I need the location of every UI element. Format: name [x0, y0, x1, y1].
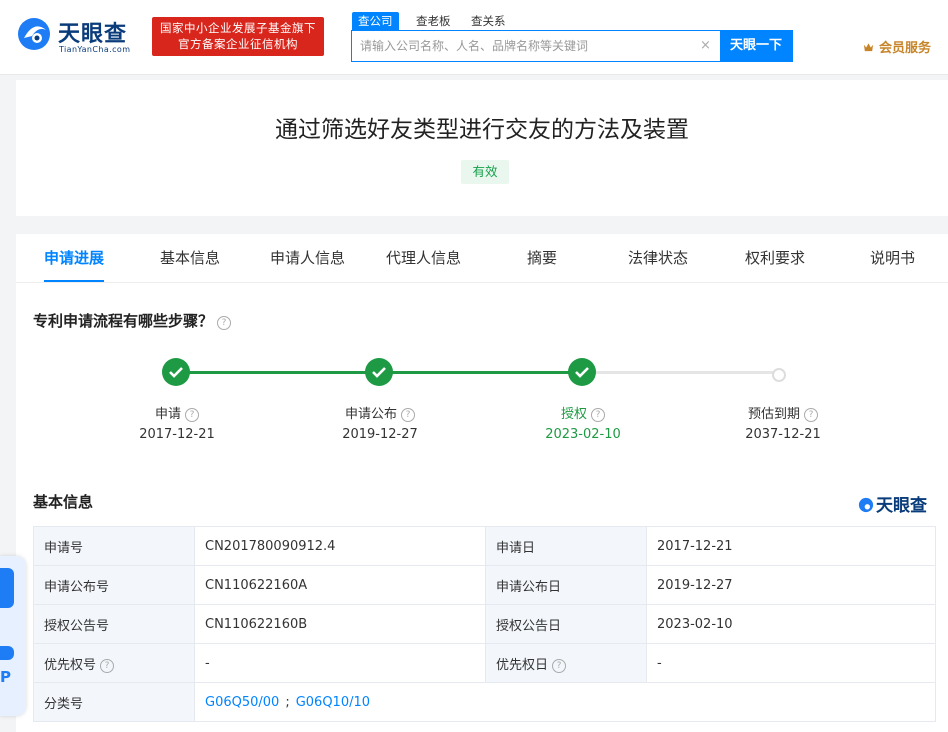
check-icon [169, 367, 183, 378]
search-box: × 天眼一下 [351, 30, 793, 62]
step-date-publish: 2019-12-27 [342, 427, 418, 442]
table-value: 2023-02-10 [646, 604, 936, 644]
classification-link[interactable]: G06Q50/00 [205, 695, 279, 710]
step-date-grant: 2023-02-10 [545, 427, 621, 442]
table-row: 优先权号? - 优先权日? - [33, 643, 936, 683]
table-key: 申请号 [33, 526, 195, 566]
help-icon[interactable]: ? [552, 658, 567, 673]
tab-agent[interactable]: 代理人信息 [386, 234, 461, 282]
table-key: 优先权号? [33, 643, 195, 683]
step-date-apply: 2017-12-21 [139, 427, 215, 442]
progress-steps: 申请? 申请公布? 授权? 预估到期? 2017-12-21 2019-12-2… [16, 283, 948, 453]
floating-side-widget[interactable]: P [0, 556, 26, 716]
tab-applicant[interactable]: 申请人信息 [270, 234, 345, 282]
basic-info-heading: 基本信息 [33, 493, 94, 511]
separator: ; [285, 694, 290, 710]
tab-legal-status[interactable]: 法律状态 [628, 234, 688, 282]
table-key: 申请公布号 [33, 565, 195, 605]
banner-line-1: 国家中小企业发展子基金旗下 [160, 21, 316, 35]
help-icon[interactable]: ? [401, 408, 415, 422]
help-icon[interactable]: ? [100, 658, 115, 673]
tab-basic-info[interactable]: 基本信息 [160, 234, 220, 282]
tianyancha-logo[interactable]: 天眼查 TianYanCha.com [16, 14, 144, 58]
table-value: 2019-12-27 [646, 565, 936, 605]
logo-eye-icon [858, 497, 874, 513]
table-key: 授权公告日 [485, 604, 647, 644]
banner-line-2: 官方备案企业征信机构 [178, 37, 298, 51]
table-key: 优先权日? [485, 643, 647, 683]
clear-icon[interactable]: × [700, 37, 711, 55]
step-node-publish [365, 358, 393, 386]
search-input[interactable] [360, 37, 690, 55]
search-tab-boss[interactable]: 查老板 [416, 12, 451, 30]
patent-title: 通过筛选好友类型进行交友的方法及装置 [275, 117, 689, 143]
brand-text: 天眼查 [876, 496, 927, 516]
top-header: 天眼查 TianYanCha.com 国家中小企业发展子基金旗下 官方备案企业征… [0, 0, 948, 75]
logo-domain: TianYanCha.com [59, 45, 131, 54]
help-icon[interactable]: ? [185, 408, 199, 422]
app-icon [0, 646, 14, 660]
check-icon [575, 367, 589, 378]
main-content: 专利申请流程有哪些步骤？? 申请? 申请公布? 授权? 预估到期? 2017-1… [16, 283, 948, 732]
table-value: CN110622160A [194, 565, 486, 605]
logo-text: 天眼查 [58, 22, 128, 47]
vip-service-link[interactable]: 会员服务 [863, 37, 931, 56]
search-button[interactable]: 天眼一下 [720, 31, 792, 61]
qr-icon [0, 568, 14, 608]
search-tab-company[interactable]: 查公司 [352, 12, 399, 30]
status-badge: 有效 [461, 160, 509, 184]
basic-info-table: 申请号 CN201780090912.4 申请日 2017-12-21 申请公布… [33, 526, 936, 722]
progress-track-pending [582, 371, 780, 374]
step-node-grant [568, 358, 596, 386]
tab-progress[interactable]: 申请进展 [44, 234, 105, 282]
patent-title-card: 通过筛选好友类型进行交友的方法及装置 [16, 80, 948, 216]
step-label-grant: 授权? [518, 403, 648, 422]
table-row: 申请公布号 CN110622160A 申请公布日 2019-12-27 [33, 565, 936, 605]
table-key: 申请公布日 [485, 565, 647, 605]
table-value: CN110622160B [194, 604, 486, 644]
vip-label: 会员服务 [879, 41, 932, 56]
step-node-expire [772, 368, 786, 382]
step-label-apply: 申请? [112, 403, 242, 422]
help-icon[interactable]: ? [591, 408, 605, 422]
step-label-expire: 预估到期? [718, 403, 848, 422]
logo-eye-icon [18, 18, 50, 50]
check-icon [372, 367, 386, 378]
search-tab-relation[interactable]: 查关系 [471, 12, 506, 30]
tab-claims[interactable]: 权利要求 [745, 234, 805, 282]
table-key: 申请日 [485, 526, 647, 566]
crown-icon [863, 43, 874, 52]
table-value: - [646, 643, 936, 683]
official-banner: 国家中小企业发展子基金旗下 官方备案企业征信机构 [152, 17, 324, 56]
step-label-publish: 申请公布? [315, 403, 445, 422]
table-value: - [194, 643, 486, 683]
step-node-apply [162, 358, 190, 386]
help-icon[interactable]: ? [804, 408, 818, 422]
tab-abstract[interactable]: 摘要 [527, 234, 557, 282]
table-value: 2017-12-21 [646, 526, 936, 566]
table-key: 分类号 [33, 682, 195, 722]
table-key: 授权公告号 [33, 604, 195, 644]
table-value: CN201780090912.4 [194, 526, 486, 566]
patent-tabs: 申请进展 基本信息 申请人信息 代理人信息 摘要 法律状态 权利要求 说明书 [16, 234, 948, 283]
table-row: 申请号 CN201780090912.4 申请日 2017-12-21 [33, 526, 936, 566]
table-row: 分类号 G06Q50/00; G06Q10/10 [33, 682, 936, 722]
side-widget-text: P [0, 668, 11, 686]
classification-value: G06Q50/00; G06Q10/10 [194, 682, 936, 722]
step-date-expire: 2037-12-21 [745, 427, 821, 442]
table-row: 授权公告号 CN110622160B 授权公告日 2023-02-10 [33, 604, 936, 644]
brand-watermark: 天眼查 [858, 491, 927, 516]
classification-link[interactable]: G06Q10/10 [296, 695, 370, 710]
tab-description[interactable]: 说明书 [870, 234, 915, 282]
